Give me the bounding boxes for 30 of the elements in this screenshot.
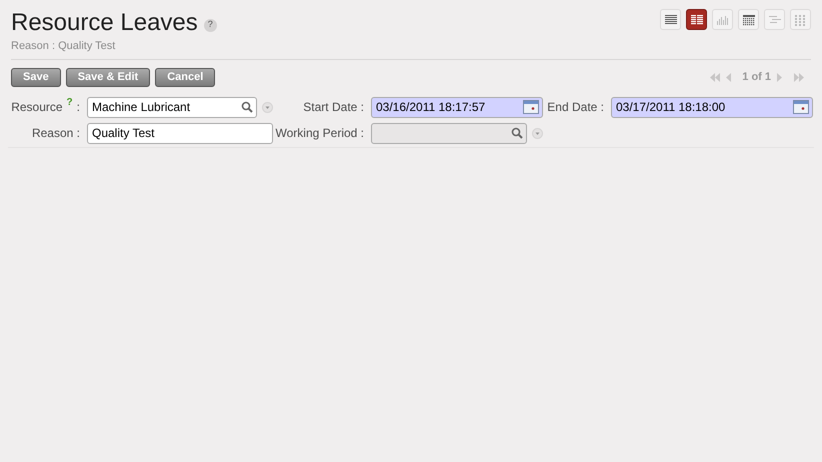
view-switch-button[interactable] [686, 9, 707, 30]
action-button[interactable]: Save [11, 68, 61, 86]
field-label: Reason : [32, 125, 80, 142]
pager-text: 1 of 1 [742, 70, 771, 85]
search-icon[interactable] [241, 101, 253, 113]
label-colon: : [76, 99, 80, 116]
calendar-view-icon [742, 14, 756, 26]
gantt-view-icon [768, 14, 782, 26]
input-field[interactable]: Quality Test [87, 122, 273, 144]
action-button[interactable]: Save & Edit [66, 68, 150, 86]
date-field[interactable]: 03/16/2011 18:17:57 [371, 96, 543, 118]
action-button[interactable]: Cancel [155, 68, 216, 86]
dropdown-icon[interactable] [262, 102, 273, 112]
form-view-icon [690, 14, 704, 26]
page-title: Resource Leaves [11, 9, 198, 37]
help-icon[interactable]: ? [66, 98, 73, 108]
breadcrumb-text: Reason : Quality Test [11, 39, 116, 54]
lookup-field[interactable]: Machine Lubricant [87, 96, 257, 118]
list-view-icon [664, 14, 678, 26]
field-label: Resource [11, 99, 63, 116]
kanban-view-icon [794, 14, 808, 26]
calendar-icon[interactable] [523, 100, 539, 114]
help-icon[interactable]: ? [204, 18, 217, 32]
graph-view-icon [716, 14, 730, 26]
date-field[interactable]: 03/17/2011 18:18:00 [611, 96, 813, 118]
field-label: End Date : [547, 99, 604, 116]
field-label: Working Period : [276, 125, 364, 142]
field-label: Start Date : [303, 99, 364, 116]
calendar-icon[interactable] [793, 100, 809, 114]
dropdown-icon[interactable] [532, 128, 543, 138]
